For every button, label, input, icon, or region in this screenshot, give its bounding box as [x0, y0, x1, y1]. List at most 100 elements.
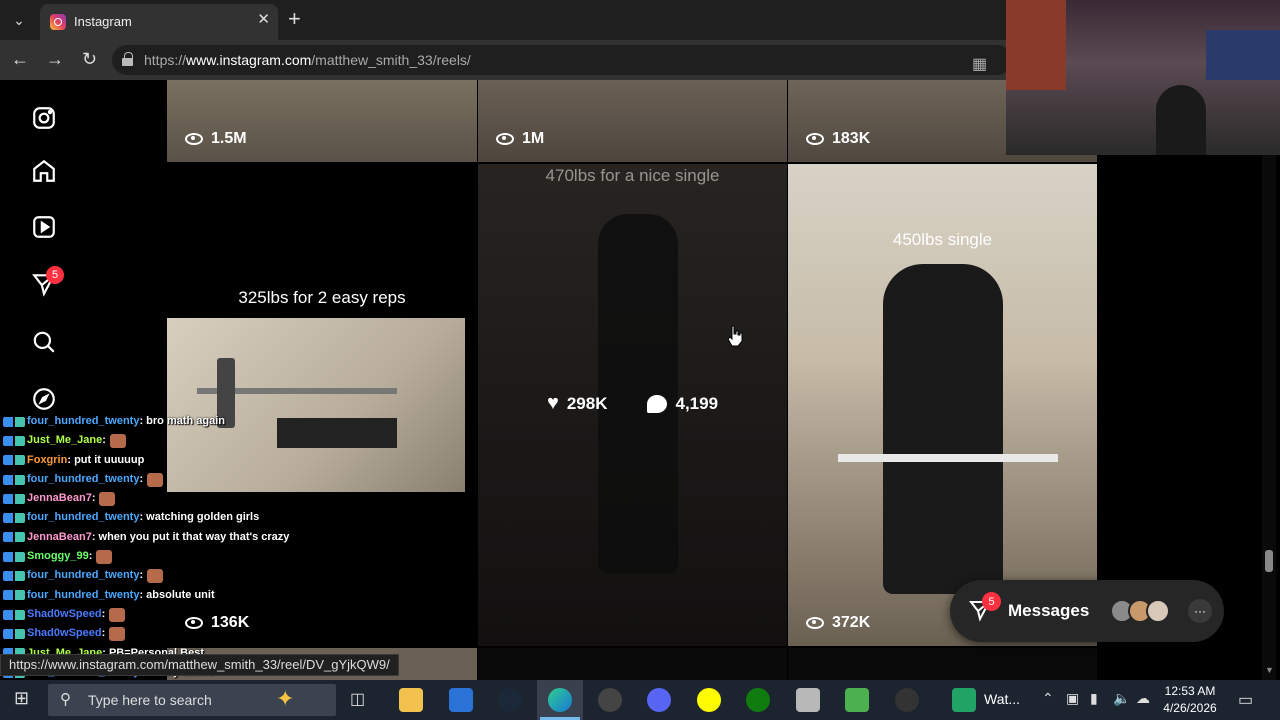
- obs-icon[interactable]: [598, 688, 622, 712]
- chat-text: :: [88, 550, 93, 563]
- recording-icon[interactable]: [895, 688, 919, 712]
- chat-message: Foxgrin : put it uuuuup: [3, 451, 263, 470]
- battery-icon[interactable]: ▮: [1090, 690, 1098, 707]
- chat-username[interactable]: four_hundred_twenty: [27, 412, 139, 431]
- chat-badges-icon: [3, 435, 25, 446]
- windows-start-icon[interactable]: ⊞: [14, 688, 29, 709]
- url-field[interactable]: https://www.instagram.com/matthew_smith_…: [112, 45, 1012, 75]
- chat-badges-icon: [3, 551, 25, 562]
- forward-arrow-icon[interactable]: →: [46, 49, 64, 70]
- chat-emote-icon: [109, 433, 126, 448]
- chat-username[interactable]: Shad0wSpeed: [27, 624, 102, 643]
- chat-text: :: [91, 492, 96, 505]
- more-dots-icon[interactable]: ···: [1188, 599, 1212, 623]
- chat-badges-icon: [3, 416, 25, 427]
- back-arrow-icon[interactable]: ←: [11, 49, 29, 70]
- reel-tile[interactable]: 450lbs single 372K: [788, 164, 1097, 646]
- chat-text: :: [101, 607, 106, 620]
- scrollbar-thumb[interactable]: [1265, 550, 1273, 572]
- reel-tile[interactable]: 1M: [478, 80, 787, 162]
- eye-icon: [806, 133, 824, 145]
- chat-username[interactable]: Smoggy_99: [27, 547, 89, 566]
- chat-text: : absolute unit: [139, 588, 215, 601]
- tab-actions-chevron-icon[interactable]: ⌄: [6, 8, 32, 32]
- lock-icon: [122, 52, 133, 66]
- chat-username[interactable]: Foxgrin: [27, 451, 67, 470]
- chat-username[interactable]: JennaBean7: [27, 489, 92, 508]
- xbox-icon[interactable]: [746, 688, 770, 712]
- chat-emote-icon: [147, 472, 164, 487]
- chat-message: Just_Me_Jane :: [3, 431, 263, 450]
- reels-icon[interactable]: [30, 213, 58, 241]
- network-icon[interactable]: ▣: [1066, 690, 1079, 707]
- clock-date: 4/26/2026: [1163, 701, 1217, 715]
- chat-message: four_hundred_twenty : absolute unit: [3, 586, 263, 605]
- chat-text: : bro math again: [139, 415, 226, 427]
- search-icon[interactable]: [30, 328, 58, 356]
- explore-compass-icon[interactable]: [30, 385, 58, 413]
- barbell-shape: [838, 454, 1058, 462]
- chat-message: Shad0wSpeed :: [3, 605, 263, 624]
- snapchat-icon[interactable]: [697, 688, 721, 712]
- clock-time: 12:53 AM: [1164, 684, 1216, 698]
- chat-message: four_hundred_twenty :: [3, 566, 263, 585]
- chat-emote-icon: [99, 491, 116, 506]
- eye-icon: [806, 617, 824, 629]
- messages-button[interactable]: 5 Messages ···: [950, 580, 1224, 642]
- chat-message: four_hundred_twenty :: [3, 470, 263, 489]
- chat-badges-icon: [3, 590, 25, 601]
- chat-text: : watching golden girls: [139, 511, 260, 524]
- chat-username[interactable]: Shad0wSpeed: [27, 605, 102, 624]
- reel-tile-hovered[interactable]: 470lbs for a nice single ♥ 298K 4,199: [478, 164, 787, 646]
- chat-username[interactable]: Just_Me_Jane: [27, 431, 102, 450]
- sparkle-icon: ✦: [276, 686, 295, 711]
- windows-taskbar: ⊞ ⚲ Type here to search ✦ ◫ Wat... ⌃ ▣ ▮…: [0, 680, 1280, 720]
- chat-username[interactable]: four_hundred_twenty: [27, 566, 139, 585]
- chat-username[interactable]: four_hundred_twenty: [27, 508, 139, 527]
- reel-tile[interactable]: [788, 648, 1097, 680]
- edge-icon[interactable]: [548, 688, 572, 712]
- task-view-icon[interactable]: ◫: [350, 689, 365, 709]
- store-icon[interactable]: [449, 688, 473, 712]
- view-count: 183K: [806, 130, 870, 148]
- chat-message: JennaBean7 : when you put it that way th…: [3, 528, 289, 547]
- view-count: 1.5M: [185, 130, 247, 148]
- chat-username[interactable]: four_hundred_twenty: [27, 470, 139, 489]
- active-app-label[interactable]: Wat...: [984, 691, 1020, 707]
- new-tab-plus-icon[interactable]: +: [288, 6, 301, 32]
- comments-stat: 4,199: [647, 394, 718, 414]
- chat-emote-icon: [109, 626, 126, 641]
- onedrive-cloud-icon[interactable]: ☁: [1136, 690, 1150, 707]
- volume-icon[interactable]: 🔈: [1113, 690, 1130, 707]
- chat-text: :: [102, 434, 106, 447]
- eye-icon: [185, 133, 203, 145]
- instagram-logo-icon[interactable]: [30, 104, 58, 132]
- tray-chevron-up-icon[interactable]: ⌃: [1042, 690, 1054, 707]
- eye-icon: [496, 133, 514, 145]
- app-icon[interactable]: [796, 688, 820, 712]
- sheets-icon[interactable]: [952, 688, 976, 712]
- instagram-favicon-icon: [50, 14, 66, 30]
- notifications-icon[interactable]: ▭: [1238, 690, 1253, 710]
- scrollbar[interactable]: ▼: [1262, 80, 1276, 680]
- chat-username[interactable]: four_hundred_twenty: [27, 586, 139, 605]
- chat-message: four_hundred_twenty : watching golden gi…: [3, 508, 263, 527]
- app-available-icon[interactable]: ▦: [972, 54, 987, 74]
- lifter-silhouette: [883, 264, 1003, 594]
- reel-tile[interactable]: [478, 648, 787, 680]
- reel-tile[interactable]: 1.5M: [167, 80, 477, 162]
- home-icon[interactable]: [30, 157, 58, 185]
- scroll-down-arrow-icon[interactable]: ▼: [1265, 665, 1274, 675]
- chat-emote-icon: [96, 549, 113, 564]
- tab-instagram[interactable]: Instagram ✕: [40, 4, 278, 40]
- taskbar-clock[interactable]: 12:53 AM 4/26/2026: [1155, 683, 1225, 717]
- file-explorer-icon[interactable]: [399, 688, 423, 712]
- screen: ⌄ Instagram ✕ + ← → ↻ https://www.instag…: [0, 0, 1280, 720]
- steam-icon[interactable]: [498, 688, 522, 712]
- tab-close-icon[interactable]: ✕: [257, 10, 270, 28]
- taskbar-search-field[interactable]: ⚲ Type here to search ✦: [48, 684, 336, 716]
- chat-username[interactable]: JennaBean7: [27, 528, 92, 547]
- discord-icon[interactable]: [647, 688, 671, 712]
- chess-icon[interactable]: [845, 688, 869, 712]
- refresh-icon[interactable]: ↻: [82, 49, 97, 70]
